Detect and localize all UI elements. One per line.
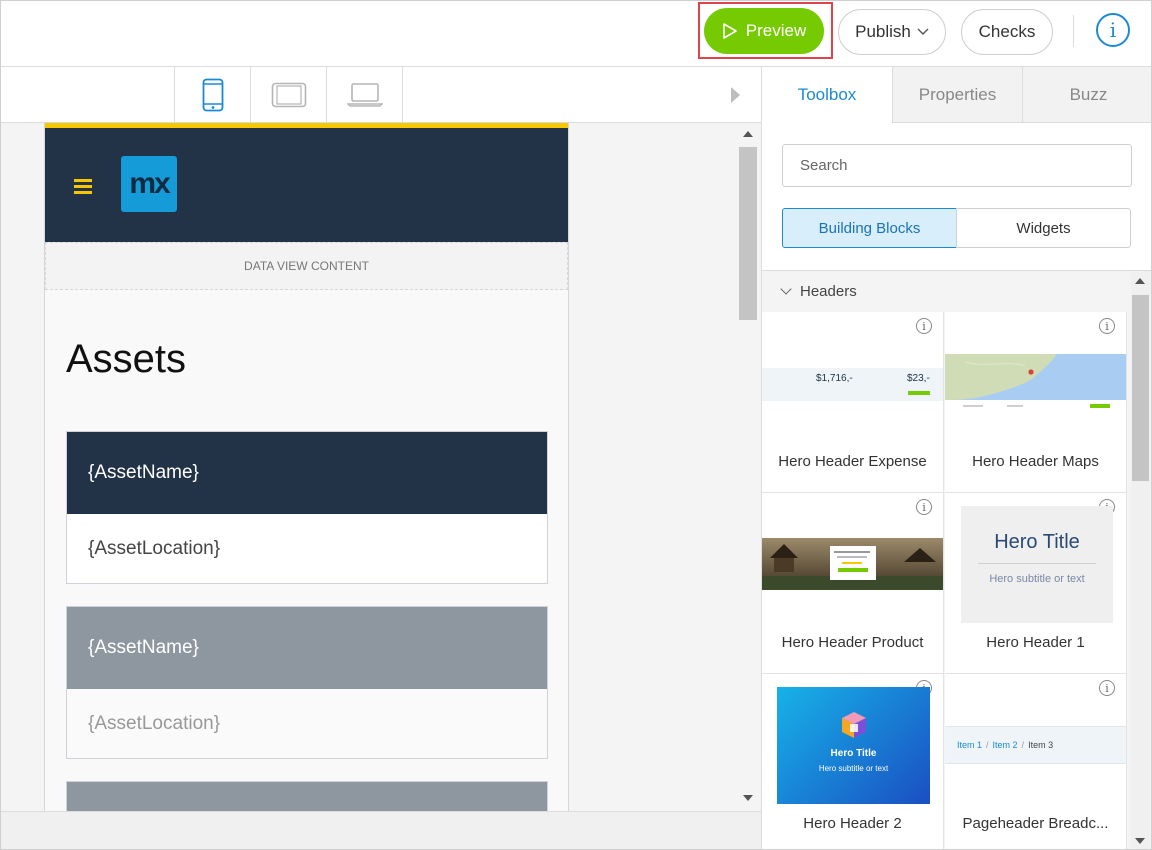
section-header-headers[interactable]: Headers xyxy=(762,271,1130,311)
block-tile[interactable]: i Hero Title Hero subtitle or text Hero … xyxy=(762,674,944,849)
thumbnail-hero-title: Hero Title xyxy=(830,748,877,759)
canvas-scrollbar[interactable] xyxy=(738,123,758,811)
block-tile[interactable]: i $1,716,- $23,- Hero Header Expense xyxy=(762,312,944,493)
checks-label: Checks xyxy=(978,22,1036,41)
block-tile[interactable]: i Hero Header Maps xyxy=(945,312,1127,493)
thumbnail-divider xyxy=(978,563,1096,564)
play-icon xyxy=(722,23,737,39)
tile-label: Pageheader Breadc... xyxy=(962,815,1109,832)
hero-2-thumbnail: Hero Title Hero subtitle or text xyxy=(777,687,930,804)
asset-card-partial[interactable] xyxy=(66,781,548,811)
search-input[interactable] xyxy=(782,144,1132,187)
preview-button[interactable]: Preview xyxy=(704,8,824,54)
tile-label: Hero Header Product xyxy=(781,634,924,651)
top-toolbar: Preview Publish Checks i xyxy=(1,1,1151,67)
breadcrumb-item: Item 1 xyxy=(957,740,983,750)
device-tab-tablet[interactable] xyxy=(250,67,327,122)
tile-label: Hero Header Maps xyxy=(972,453,1099,470)
app-window: Preview Publish Checks i mx DATA VIEW CO… xyxy=(0,0,1152,850)
tablet-icon xyxy=(271,82,307,107)
publish-label: Publish xyxy=(855,22,911,41)
page-title[interactable]: Assets xyxy=(66,337,186,382)
phone-preview-frame: mx DATA VIEW CONTENT Assets {AssetName} … xyxy=(44,123,569,811)
app-header: mx xyxy=(45,128,568,242)
building-blocks-list: Headers i $1,716,- $23,- Hero Header Exp… xyxy=(762,270,1151,849)
device-tab-desktop[interactable] xyxy=(326,67,403,122)
scroll-up-icon[interactable] xyxy=(1135,278,1145,284)
breadcrumb-thumbnail: Item 1 / Item 2 / Item 3 xyxy=(945,726,1126,764)
asset-location: {AssetLocation} xyxy=(88,537,221,559)
asset-name: {AssetName} xyxy=(67,607,547,689)
mx-logo: mx xyxy=(121,156,177,212)
thumbnail-hero-title: Hero Title xyxy=(994,531,1080,553)
tab-toolbox[interactable]: Toolbox xyxy=(762,67,892,123)
info-icon[interactable]: i xyxy=(1099,318,1115,334)
tile-label: Hero Header Expense xyxy=(778,453,927,470)
preview-label: Preview xyxy=(745,21,807,40)
list-scrollbar[interactable] xyxy=(1131,271,1150,849)
right-panel: Toolbox Properties Buzz Building Blocks … xyxy=(761,67,1151,849)
tab-buzz[interactable]: Buzz xyxy=(1022,67,1151,123)
asset-card[interactable]: {AssetName} {AssetLocation} xyxy=(66,606,548,759)
block-tile[interactable]: i Hero Title Hero subtitle or text Hero … xyxy=(945,493,1127,674)
checks-button[interactable]: Checks xyxy=(961,9,1053,55)
building-blocks-toggle[interactable]: Building Blocks xyxy=(782,208,957,248)
data-view-content-label[interactable]: DATA VIEW CONTENT xyxy=(45,242,568,290)
tab-properties[interactable]: Properties xyxy=(892,67,1022,123)
info-icon[interactable]: i xyxy=(1099,680,1115,696)
scroll-thumb[interactable] xyxy=(1132,295,1149,481)
chevron-down-icon xyxy=(780,283,792,295)
breadcrumb-item: Item 2 xyxy=(992,740,1018,750)
block-tile[interactable]: i Hero Header Product xyxy=(762,493,944,674)
thumbnail-price-b: $23,- xyxy=(907,373,930,384)
page-canvas: mx DATA VIEW CONTENT Assets {AssetName} … xyxy=(1,123,761,811)
laptop-icon xyxy=(346,82,383,107)
chevron-down-icon xyxy=(917,28,929,35)
info-icon[interactable]: i xyxy=(916,499,932,515)
hero-1-thumbnail: Hero Title Hero subtitle or text xyxy=(961,506,1113,623)
product-thumbnail xyxy=(762,538,943,590)
breadcrumb-item: Item 3 xyxy=(1028,740,1054,750)
collapse-panel-arrow-icon[interactable] xyxy=(731,87,740,103)
thumbnail-price-a: $1,716,- xyxy=(816,373,853,384)
publish-button[interactable]: Publish xyxy=(838,9,946,55)
scroll-thumb[interactable] xyxy=(739,147,757,320)
asset-card[interactable]: {AssetName} {AssetLocation} xyxy=(66,431,548,584)
scroll-down-icon[interactable] xyxy=(743,795,753,801)
asset-name: {AssetName} xyxy=(67,432,547,514)
asset-location: {AssetLocation} xyxy=(67,689,547,758)
canvas-status-bar xyxy=(1,811,761,849)
device-tab-phone[interactable] xyxy=(174,67,251,122)
thumbnail-hero-subtitle: Hero subtitle or text xyxy=(818,764,889,773)
widgets-toggle[interactable]: Widgets xyxy=(956,208,1131,248)
block-tile[interactable]: i Item 1 / Item 2 / Item 3 Pageheader Br… xyxy=(945,674,1127,849)
toolbar-divider xyxy=(1073,15,1074,47)
scroll-down-icon[interactable] xyxy=(1135,838,1145,844)
info-icon[interactable]: i xyxy=(916,318,932,334)
cube-logo-icon xyxy=(841,712,866,738)
thumbnail-hero-subtitle: Hero subtitle or text xyxy=(989,573,1085,585)
device-selector-bar xyxy=(1,67,761,123)
hero-expense-thumbnail: $1,716,- $23,- xyxy=(762,368,943,401)
breadcrumb-separator: / xyxy=(986,740,989,750)
info-icon[interactable]: i xyxy=(1096,13,1130,47)
tile-label: Hero Header 2 xyxy=(803,815,902,832)
scroll-up-icon[interactable] xyxy=(743,131,753,137)
thumbnail-button xyxy=(908,391,930,395)
map-thumbnail xyxy=(945,354,1126,416)
hamburger-menu-icon[interactable] xyxy=(74,179,92,195)
phone-icon xyxy=(202,78,224,111)
breadcrumb-separator: / xyxy=(1021,740,1025,750)
tile-label: Hero Header 1 xyxy=(986,634,1085,651)
section-title: Headers xyxy=(800,282,857,300)
